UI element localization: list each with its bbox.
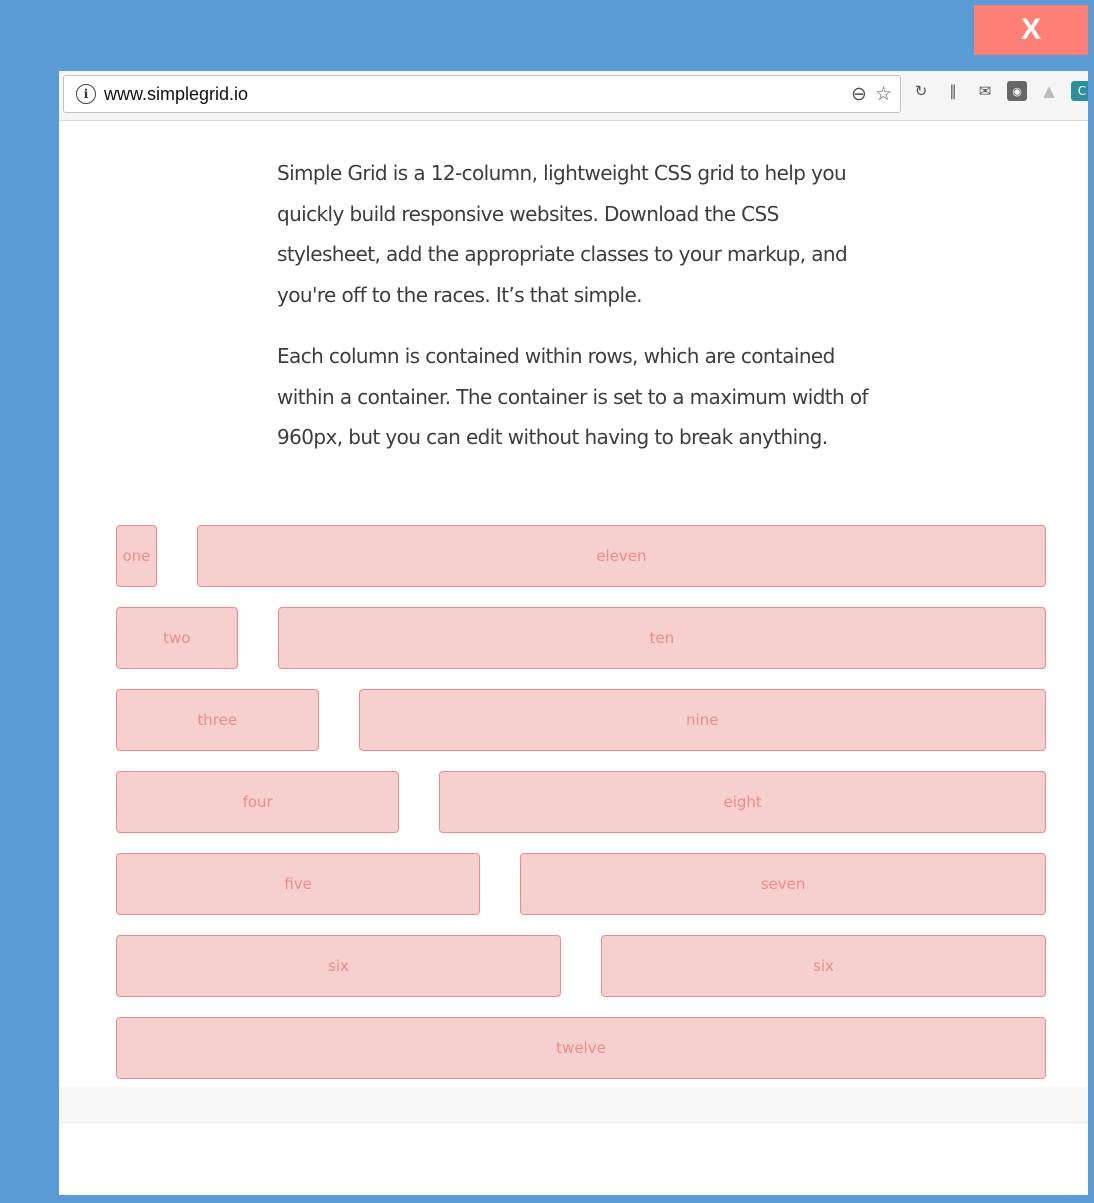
grid-cell-six: six: [116, 935, 561, 997]
grid-row: three nine: [116, 689, 1046, 751]
grid-cell-ten: ten: [277, 607, 1046, 669]
intro-paragraph: Each column is contained within rows, wh…: [277, 344, 869, 449]
grid-cell-eleven: eleven: [196, 525, 1046, 587]
url-actions: ⊖ ☆: [851, 83, 892, 105]
sync-icon[interactable]: ↻: [911, 81, 931, 101]
grid-row: twelve: [116, 1017, 1046, 1079]
grid-row: two ten: [116, 607, 1046, 669]
grid-cell-four: four: [116, 771, 400, 833]
footer-band: [59, 1087, 1088, 1123]
grid-cell-twelve: twelve: [116, 1017, 1046, 1079]
grid-row: four eight: [116, 771, 1046, 833]
star-icon[interactable]: ☆: [875, 83, 892, 105]
zoom-out-icon[interactable]: ⊖: [851, 83, 867, 105]
grid-demo: one eleven two ten three nine four eight five sev…: [116, 525, 1046, 1099]
grid-cell-eight: eight: [439, 771, 1046, 833]
lightbulb-icon[interactable]: ◉: [1007, 81, 1027, 101]
close-button[interactable]: X: [974, 5, 1088, 55]
intro-text: Simple Grid is a 12-column, lightweight …: [277, 153, 877, 479]
url-text[interactable]: www.simplegrid.io: [104, 84, 248, 105]
grid-cell-seven: seven: [520, 853, 1046, 915]
grid-cell-nine: nine: [358, 689, 1046, 751]
drive-icon[interactable]: ▲: [1039, 81, 1059, 101]
page-content: Simple Grid is a 12-column, lightweight …: [59, 121, 1088, 1087]
extension-icon[interactable]: C: [1071, 81, 1088, 101]
browser-window: i www.simplegrid.io ⊖ ☆ ↻ ∥ ✉ ◉ ▲ C Simp…: [59, 71, 1088, 1195]
mail-icon[interactable]: ✉: [975, 81, 995, 101]
grid-row: one eleven: [116, 525, 1046, 587]
grid-row: six six: [116, 935, 1046, 997]
grid-cell-one: one: [116, 525, 157, 587]
grid-cell-two: two: [116, 607, 238, 669]
books-icon[interactable]: ∥: [943, 81, 963, 101]
grid-cell-three: three: [116, 689, 319, 751]
address-bar[interactable]: i www.simplegrid.io ⊖ ☆: [63, 75, 901, 113]
browser-toolbar: i www.simplegrid.io ⊖ ☆ ↻ ∥ ✉ ◉ ▲ C: [59, 71, 1088, 121]
grid-cell-five: five: [116, 853, 481, 915]
window-frame: X i www.simplegrid.io ⊖ ☆ ↻ ∥ ✉ ◉ ▲ C Si…: [22, 0, 1088, 1203]
grid-cell-six: six: [601, 935, 1046, 997]
info-icon[interactable]: i: [76, 84, 96, 104]
extension-icons: ↻ ∥ ✉ ◉ ▲ C: [911, 81, 1088, 101]
grid-row: five seven: [116, 853, 1046, 915]
intro-paragraph: Simple Grid is a 12-column, lightweight …: [277, 161, 848, 307]
